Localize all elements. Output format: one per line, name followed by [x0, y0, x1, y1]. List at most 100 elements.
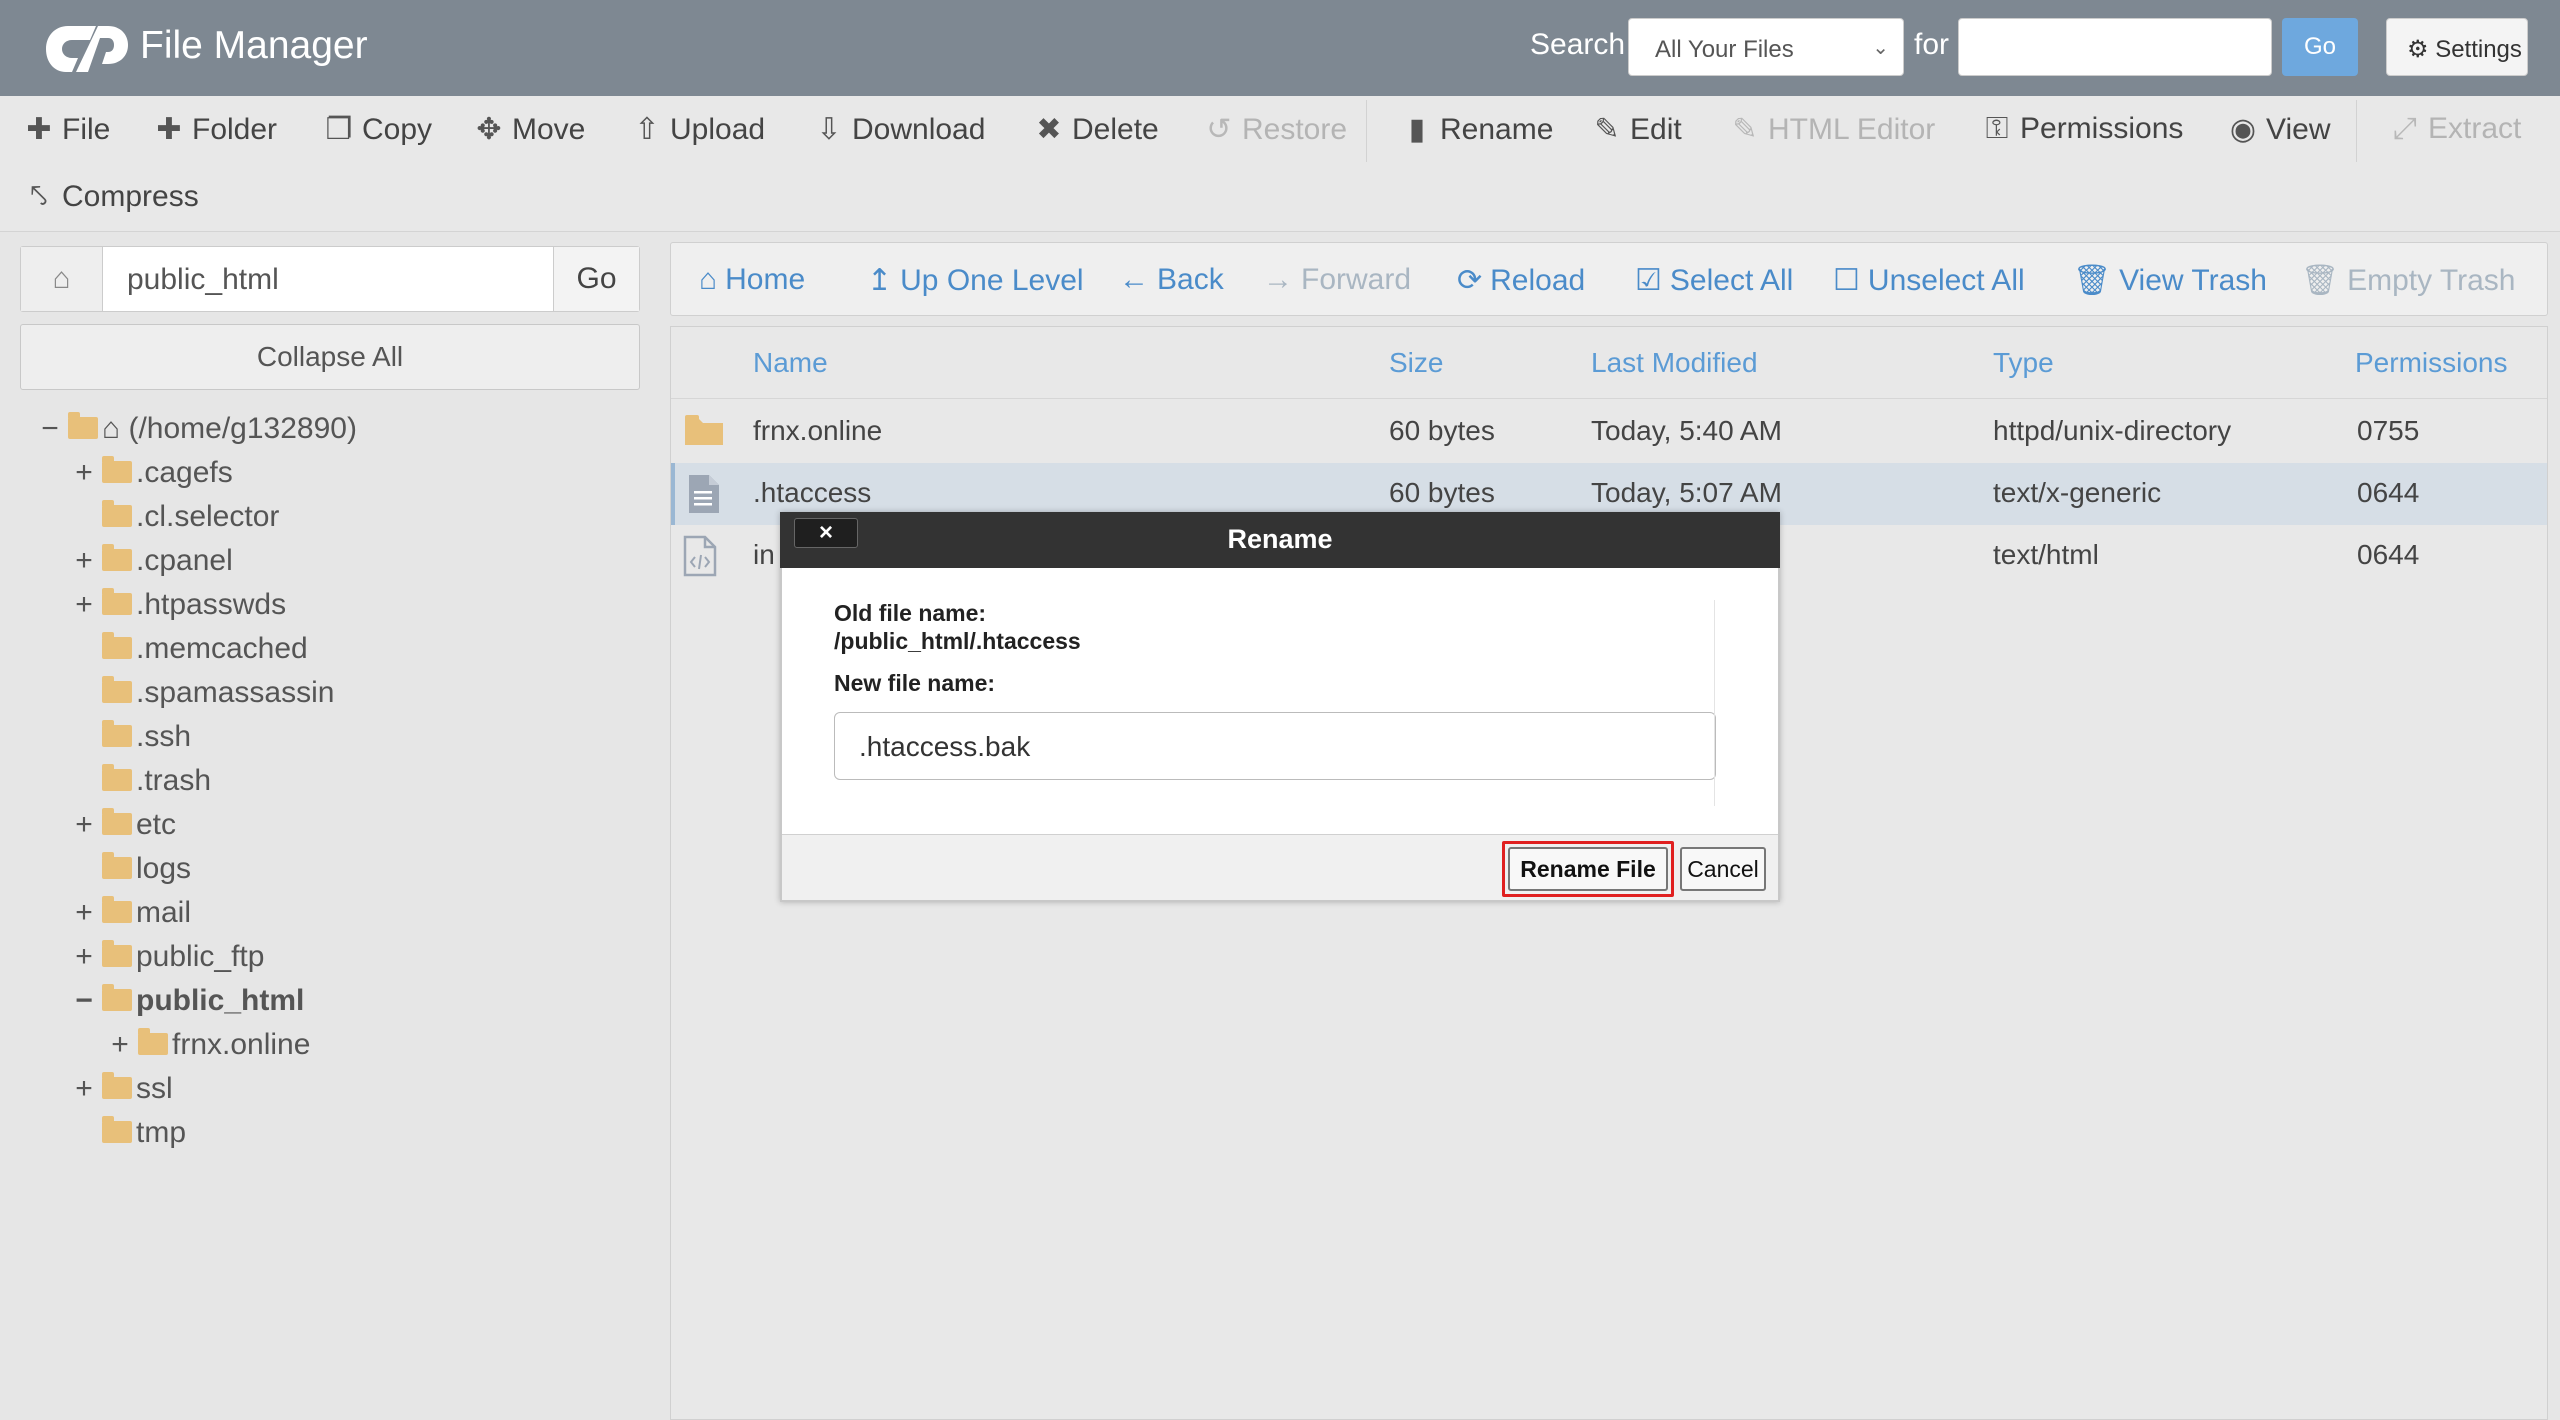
- expand-toggle-icon[interactable]: +: [108, 1028, 132, 1062]
- tree-item[interactable]: tmp: [72, 1116, 186, 1156]
- tree-item-label: .cpanel: [136, 544, 233, 577]
- new-file-button[interactable]: ✚ File: [24, 112, 110, 147]
- file-name: frnx.online: [753, 415, 883, 446]
- compress-button[interactable]: ⤣ Compress: [24, 180, 199, 214]
- folder-open-icon: [102, 984, 132, 1011]
- edit-label: Edit: [1630, 113, 1682, 146]
- tree-item[interactable]: + frnx.online: [108, 1028, 310, 1068]
- permissions-button[interactable]: ⚿ Permissions: [1982, 112, 2184, 146]
- table-row[interactable]: frnx.online 60 bytes Today, 5:40 AM http…: [671, 401, 2547, 463]
- new-folder-button[interactable]: ✚ Folder: [154, 112, 277, 147]
- column-name[interactable]: Name: [753, 347, 828, 379]
- tree-item[interactable]: + public_ftp: [72, 940, 264, 980]
- checkbox-empty-icon: ☐: [1833, 264, 1860, 297]
- table-header: Name Size Last Modified Type Permissions: [671, 327, 2547, 399]
- back-button[interactable]: ← Back: [1119, 263, 1224, 297]
- html-editor-button[interactable]: ✎ HTML Editor: [1730, 112, 1935, 147]
- text-file-icon: [689, 475, 719, 513]
- home-icon[interactable]: ⌂: [21, 247, 103, 311]
- folder-icon: [102, 456, 132, 483]
- view-trash-label: View Trash: [2119, 264, 2267, 297]
- code-file-icon: [683, 535, 717, 577]
- copy-button[interactable]: ❐ Copy: [324, 112, 433, 147]
- view-trash-button[interactable]: 🗑 View Trash: [2073, 263, 2267, 298]
- path-go-button[interactable]: Go: [553, 247, 639, 311]
- view-button[interactable]: ◉ View: [2228, 112, 2331, 147]
- extract-button[interactable]: ⤢ Extract: [2390, 112, 2521, 146]
- tree-item[interactable]: .spamassassin: [72, 676, 334, 716]
- dialog-scrollbar[interactable]: [1714, 600, 1746, 806]
- up-one-level-button[interactable]: ↥ Up One Level: [867, 263, 1084, 298]
- path-input[interactable]: public_html: [127, 263, 279, 297]
- forward-button[interactable]: → Forward: [1263, 263, 1411, 297]
- edit-button[interactable]: ✎ Edit: [1592, 112, 1682, 147]
- new-file-name-input[interactable]: .htaccess.bak: [834, 712, 1716, 780]
- tree-item[interactable]: .trash: [72, 764, 211, 804]
- cancel-button[interactable]: Cancel: [1680, 847, 1766, 891]
- tree-item[interactable]: + .htpasswds: [72, 588, 286, 628]
- refresh-icon: ⟳: [1457, 264, 1483, 297]
- reload-button[interactable]: ⟳ Reload: [1457, 263, 1585, 298]
- home-button[interactable]: ⌂ Home: [699, 263, 805, 297]
- column-size[interactable]: Size: [1389, 347, 1443, 379]
- tree-item-label: .htpasswds: [136, 588, 287, 621]
- tree-item[interactable]: .memcached: [72, 632, 308, 672]
- tree-item[interactable]: .cl.selector: [72, 500, 279, 540]
- delete-button[interactable]: ✖ Delete: [1034, 112, 1158, 147]
- tree-item[interactable]: + etc: [72, 808, 176, 848]
- rename-file-button[interactable]: Rename File: [1508, 847, 1668, 891]
- file-permissions: 0644: [2357, 477, 2420, 508]
- path-bar: ⌂ public_html Go: [20, 246, 640, 312]
- column-last-modified[interactable]: Last Modified: [1591, 347, 1758, 379]
- expand-toggle-icon[interactable]: +: [72, 588, 96, 622]
- column-type[interactable]: Type: [1993, 347, 2054, 379]
- close-icon: ✖: [1036, 113, 1062, 146]
- expand-toggle-icon[interactable]: +: [72, 808, 96, 842]
- tree-root[interactable]: − ⌂ (/home/g132890): [38, 412, 357, 452]
- home-icon: ⌂: [699, 263, 718, 296]
- unselect-all-button[interactable]: ☐ Unselect All: [1833, 263, 2025, 298]
- collapse-all-button[interactable]: Collapse All: [20, 324, 640, 390]
- expand-toggle-icon[interactable]: +: [72, 1072, 96, 1106]
- file-modified: Today, 5:07 AM: [1591, 477, 1782, 508]
- rename-button[interactable]: ▮ Rename: [1402, 112, 1554, 147]
- cpanel-logo-icon: [46, 26, 128, 72]
- empty-trash-button[interactable]: 🗑 Empty Trash: [2301, 263, 2515, 298]
- upload-button[interactable]: ⇧ Upload: [632, 112, 765, 147]
- collapse-toggle-icon[interactable]: −: [72, 984, 96, 1018]
- expand-toggle-icon[interactable]: +: [72, 940, 96, 974]
- select-all-label: Select All: [1669, 264, 1794, 297]
- column-permissions[interactable]: Permissions: [2355, 347, 2507, 379]
- move-icon: ✥: [476, 113, 502, 146]
- file-type: text/x-generic: [1993, 477, 2162, 508]
- collapse-toggle-icon[interactable]: −: [38, 412, 62, 446]
- expand-toggle-icon[interactable]: +: [72, 456, 96, 490]
- select-all-button[interactable]: ☑ Select All: [1635, 263, 1793, 298]
- settings-button[interactable]: ⚙ Settings: [2386, 18, 2528, 76]
- tree-item[interactable]: .ssh: [72, 720, 191, 760]
- tree-item-current[interactable]: − public_html: [72, 984, 304, 1024]
- tree-item[interactable]: + mail: [72, 896, 191, 936]
- folder-open-icon: [68, 412, 98, 439]
- expand-toggle-icon[interactable]: +: [72, 896, 96, 930]
- compress-label: Compress: [62, 180, 199, 213]
- tree-item[interactable]: + .cpanel: [72, 544, 233, 584]
- search-input[interactable]: [1958, 18, 2272, 76]
- tree-item[interactable]: logs: [72, 852, 191, 892]
- app-title: File Manager: [140, 24, 368, 67]
- expand-toggle-icon[interactable]: +: [72, 544, 96, 578]
- search-go-button[interactable]: Go: [2282, 18, 2358, 76]
- file-type: httpd/unix-directory: [1993, 415, 2232, 446]
- checkbox-checked-icon: ☑: [1635, 264, 1662, 297]
- move-button[interactable]: ✥ Move: [474, 112, 585, 147]
- tree-item[interactable]: + .cagefs: [72, 456, 233, 496]
- toolbar: ✚ File ✚ Folder ❐ Copy ✥ Move ⇧ Upload ⇩ Downl…: [0, 96, 2560, 232]
- download-button[interactable]: ⇩ Download: [814, 112, 985, 147]
- tree-item[interactable]: + ssl: [72, 1072, 173, 1112]
- rename-dialog: Rename × Old file name: /public_html/.ht…: [780, 512, 1780, 902]
- search-scope-select[interactable]: All Your Files ⌄: [1628, 18, 1904, 76]
- move-label: Move: [512, 113, 586, 146]
- restore-button[interactable]: ↺ Restore: [1204, 112, 1347, 147]
- close-icon[interactable]: ×: [794, 518, 858, 548]
- folder-icon: [102, 720, 132, 747]
